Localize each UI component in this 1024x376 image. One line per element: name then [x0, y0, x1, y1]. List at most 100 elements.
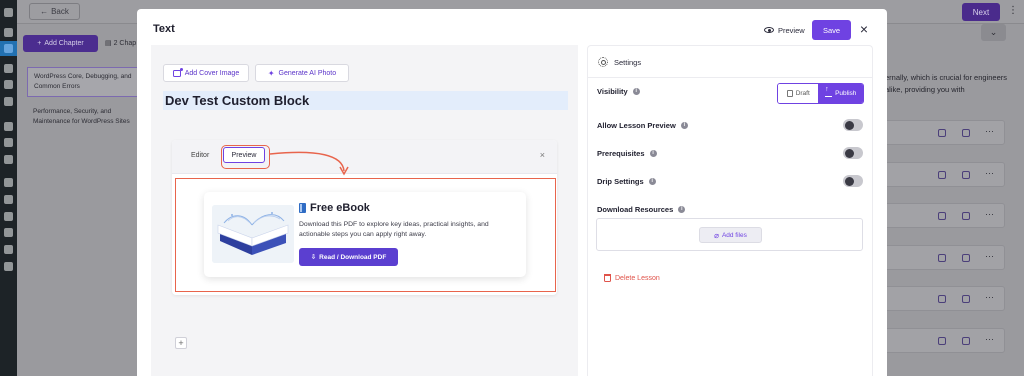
- download-icon: ⇩: [310, 254, 317, 261]
- share-icon[interactable]: [962, 129, 970, 137]
- more-icon[interactable]: ···: [985, 251, 994, 261]
- add-cover-image-button[interactable]: Add Cover Image: [163, 64, 249, 82]
- document-icon: [786, 90, 793, 97]
- preview-button[interactable]: Preview: [764, 20, 805, 40]
- read-download-pdf-button[interactable]: ⇩ Read / Download PDF: [299, 248, 398, 266]
- wrench-icon[interactable]: [4, 228, 13, 237]
- add-chapter-label: Add Chapter: [44, 40, 84, 47]
- drip-settings-toggle[interactable]: [843, 175, 863, 187]
- share-icon[interactable]: [962, 337, 970, 345]
- ebook-card: Free eBook Download this PDF to explore …: [204, 192, 526, 277]
- chapter-item[interactable]: WordPress Core, Debugging, and Common Er…: [27, 67, 147, 97]
- background-lesson-card[interactable]: ···: [868, 162, 1005, 187]
- trash-icon: [604, 274, 611, 282]
- background-lesson-card[interactable]: ···: [868, 328, 1005, 353]
- folder-icon[interactable]: [4, 138, 13, 147]
- courses-icon[interactable]: [4, 44, 13, 53]
- gear-icon: [598, 57, 608, 67]
- read-download-label: Read / Download PDF: [319, 253, 387, 261]
- share-icon[interactable]: [962, 295, 970, 303]
- tools-icon[interactable]: [4, 195, 13, 204]
- text-lesson-modal: Text Preview Save × Add Cover Image ✦ Ge…: [137, 9, 887, 376]
- divider: [588, 77, 872, 78]
- chevron-double-down-icon: ⌄: [989, 27, 998, 37]
- background-lesson-card[interactable]: ···: [868, 286, 1005, 311]
- info-icon[interactable]: i: [648, 178, 656, 185]
- delete-lesson-button[interactable]: Delete Lesson: [604, 274, 660, 282]
- draft-option[interactable]: Draft: [778, 84, 819, 103]
- next-button[interactable]: Next: [962, 3, 1000, 21]
- more-icon[interactable]: ···: [985, 292, 994, 302]
- generate-ai-photo-button[interactable]: ✦ Generate AI Photo: [255, 64, 349, 82]
- background-lesson-card[interactable]: ···: [868, 120, 1005, 145]
- back-button[interactable]: ← Back: [29, 3, 80, 20]
- grid-icon[interactable]: [4, 245, 13, 254]
- collapse-button[interactable]: ⌄: [981, 24, 1006, 41]
- plugins-icon[interactable]: [4, 178, 13, 187]
- publish-option[interactable]: Publish: [818, 84, 863, 103]
- edit-icon[interactable]: [938, 212, 946, 220]
- download-resources-box: ⌀ Add files: [596, 218, 863, 251]
- draft-label: Draft: [795, 90, 810, 97]
- info-icon[interactable]: i: [678, 206, 686, 213]
- info-icon[interactable]: i: [649, 150, 657, 157]
- preview-label: Preview: [778, 25, 805, 35]
- ebook-title-text: Free eBook: [310, 202, 370, 214]
- edit-icon[interactable]: [938, 129, 946, 137]
- add-files-label: Add files: [721, 231, 747, 239]
- chapter-item[interactable]: Performance, Security, and Maintenance f…: [27, 103, 147, 131]
- add-files-button[interactable]: ⌀ Add files: [699, 227, 762, 243]
- info-icon[interactable]: i: [680, 122, 688, 129]
- callout-highlight: [221, 145, 270, 169]
- edit-icon[interactable]: [938, 254, 946, 262]
- edit-icon[interactable]: [938, 295, 946, 303]
- block-close-icon[interactable]: ×: [540, 150, 545, 160]
- more-icon[interactable]: ···: [985, 209, 994, 219]
- add-chapter-button[interactable]: + Add Chapter: [23, 35, 98, 52]
- prerequisites-label: Prerequisites i: [597, 149, 657, 158]
- comments-icon[interactable]: [4, 97, 13, 106]
- more-icon[interactable]: ···: [985, 126, 994, 136]
- chapter-list: WordPress Core, Debugging, and Common Er…: [27, 67, 147, 131]
- settings-title: Settings: [614, 57, 642, 67]
- delete-lesson-label: Delete Lesson: [615, 274, 660, 282]
- share-icon[interactable]: [962, 171, 970, 179]
- appearance-icon[interactable]: [4, 122, 13, 131]
- close-icon[interactable]: ×: [857, 21, 871, 37]
- prerequisites-toggle[interactable]: [843, 147, 863, 159]
- drip-settings-label: Drip Settings i: [597, 177, 656, 186]
- background-lesson-card[interactable]: ···: [868, 203, 1005, 228]
- play-icon[interactable]: [4, 262, 13, 271]
- more-icon[interactable]: ···: [985, 334, 994, 344]
- dashboard-icon[interactable]: [4, 8, 13, 17]
- upload-icon: [825, 86, 833, 97]
- save-button[interactable]: Save: [812, 20, 851, 40]
- add-block-button[interactable]: +: [175, 337, 187, 349]
- edit-icon[interactable]: [938, 337, 946, 345]
- background-lesson-card[interactable]: ···: [868, 245, 1005, 270]
- publish-label: Publish: [835, 90, 857, 97]
- download-resources-label: Download Resources i: [597, 205, 686, 214]
- user-icon[interactable]: [4, 212, 13, 221]
- background-description: ernally, which is crucial for engineers …: [885, 73, 1007, 94]
- visibility-label: Visibility i: [597, 87, 640, 96]
- share-icon[interactable]: [962, 254, 970, 262]
- paperclip-icon: ⌀: [714, 230, 719, 240]
- ebook-description: Download this PDF to explore key ideas, …: [299, 221, 489, 238]
- more-options-icon[interactable]: ⋮: [1008, 5, 1018, 16]
- allow-preview-toggle[interactable]: [843, 119, 863, 131]
- tab-editor[interactable]: Editor: [191, 152, 209, 159]
- share-icon[interactable]: [962, 212, 970, 220]
- lesson-title-input[interactable]: Dev Test Custom Block: [163, 91, 568, 110]
- info-icon[interactable]: i: [632, 88, 640, 95]
- pages-icon[interactable]: [4, 80, 13, 89]
- users-icon[interactable]: [4, 64, 13, 73]
- media-icon[interactable]: [4, 155, 13, 164]
- eye-icon: [764, 27, 774, 33]
- edit-icon[interactable]: [938, 171, 946, 179]
- settings-panel: Settings Visibilityi Draft Publish Allow…: [587, 45, 873, 376]
- arrow-left-icon: ←: [40, 7, 49, 16]
- more-icon[interactable]: ···: [985, 168, 994, 178]
- pin-icon[interactable]: [4, 28, 13, 37]
- book-icon: [299, 203, 306, 213]
